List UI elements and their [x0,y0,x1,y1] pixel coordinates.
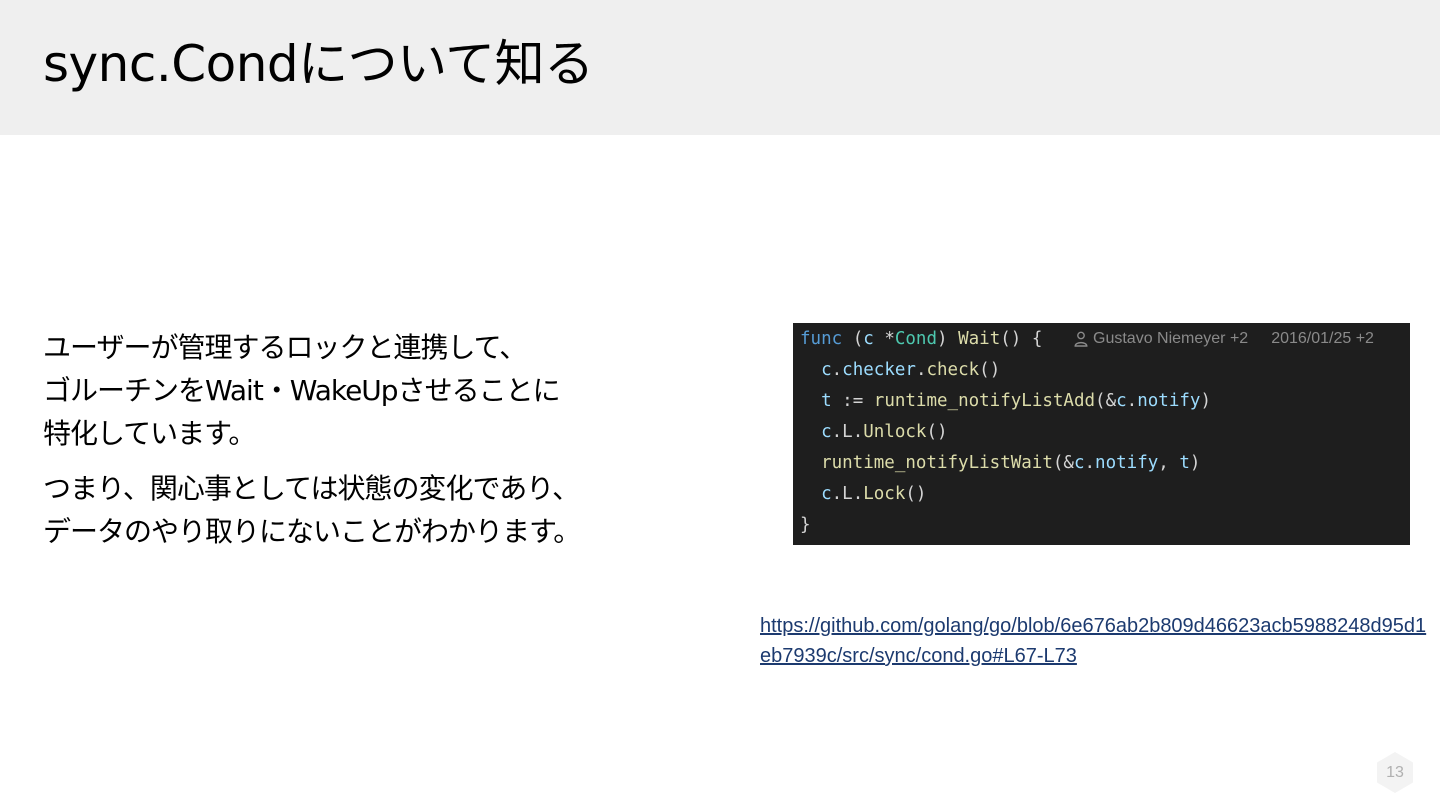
git-blame-annotation: Gustavo Niemeyer +2 2016/01/25 +2 [1074,327,1374,351]
code-line: } [800,515,811,535]
blame-author: Gustavo Niemeyer +2 [1093,330,1249,347]
blame-date: 2016/01/25 +2 [1271,330,1374,347]
code-line: t := runtime_notifyListAdd(&c.notify) [821,391,1211,411]
paragraph-line: ゴルーチンをWait・WakeUpさせることに [43,374,561,407]
code-line: c.L.Lock() [821,484,927,504]
paragraph-line: データのやり取りにないことがわかります。 [43,515,581,548]
paragraph-line: ユーザーが管理するロックと連携して、 [43,331,527,364]
paragraph-2: つまり、関心事としては状態の変化であり、 データのやり取りにないことがわかります… [43,467,683,553]
code-line: c.checker.check() [821,360,1001,380]
person-icon [1074,331,1088,347]
code-line: func (c *Cond) Wait() { [800,329,1043,349]
slide-title: sync.Condについて知る [43,35,594,93]
code-line: c.L.Unlock() [821,422,948,442]
title-bar: sync.Condについて知る [0,0,1440,135]
paragraph-line: 特化しています。 [43,417,256,450]
body-text: ユーザーが管理するロックと連携して、 ゴルーチンをWait・WakeUpさせるこ… [43,326,683,553]
paragraph-1: ユーザーが管理するロックと連携して、 ゴルーチンをWait・WakeUpさせるこ… [43,326,683,455]
page-number: 13 [1386,764,1404,781]
page-number-badge: 13 [1376,751,1414,794]
code-screenshot: Gustavo Niemeyer +2 2016/01/25 +2 func (… [793,323,1410,545]
source-link[interactable]: https://github.com/golang/go/blob/6e676a… [760,611,1430,671]
code-line: runtime_notifyListWait(&c.notify, t) [821,453,1201,473]
paragraph-line: つまり、関心事としては状態の変化であり、 [43,472,580,505]
